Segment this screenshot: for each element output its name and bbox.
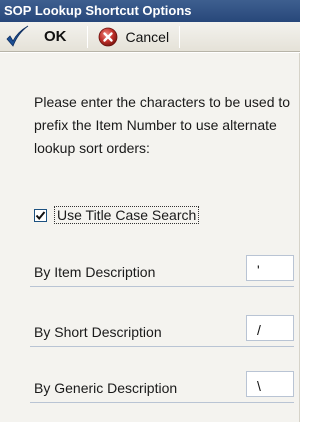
ok-button-label: OK <box>44 28 67 45</box>
cancel-button[interactable]: Cancel <box>88 23 180 51</box>
by-item-description-row: By Item Description <box>30 255 294 287</box>
by-generic-description-input[interactable] <box>246 371 294 397</box>
by-short-description-row: By Short Description <box>30 315 294 347</box>
title-case-search-checkbox[interactable] <box>34 208 47 222</box>
title-case-search-label: Use Title Case Search <box>54 206 200 224</box>
sop-lookup-shortcut-options-window: SOP Lookup Shortcut Options OK Cancel Pl… <box>0 0 300 422</box>
cancel-button-label: Cancel <box>125 28 170 45</box>
by-generic-description-row: By Generic Description <box>30 371 294 403</box>
checkbox-check-icon <box>35 210 46 220</box>
title-case-search-option[interactable]: Use Title Case Search <box>34 205 200 225</box>
cancel-circle-icon <box>98 27 117 46</box>
by-item-description-label: By Item Description <box>34 264 156 280</box>
by-item-description-input[interactable] <box>246 255 294 281</box>
checkmark-icon <box>6 25 29 47</box>
toolbar-separator <box>179 25 181 48</box>
ok-button[interactable]: OK <box>0 23 87 51</box>
options-panel: Please enter the characters to be used t… <box>0 53 300 422</box>
by-short-description-input[interactable] <box>246 315 294 341</box>
by-short-description-label: By Short Description <box>34 324 162 340</box>
toolbar: OK Cancel <box>0 22 300 52</box>
window-title: SOP Lookup Shortcut Options <box>0 0 300 22</box>
by-generic-description-label: By Generic Description <box>34 380 178 396</box>
instructions-text: Please enter the characters to be used t… <box>34 94 291 156</box>
